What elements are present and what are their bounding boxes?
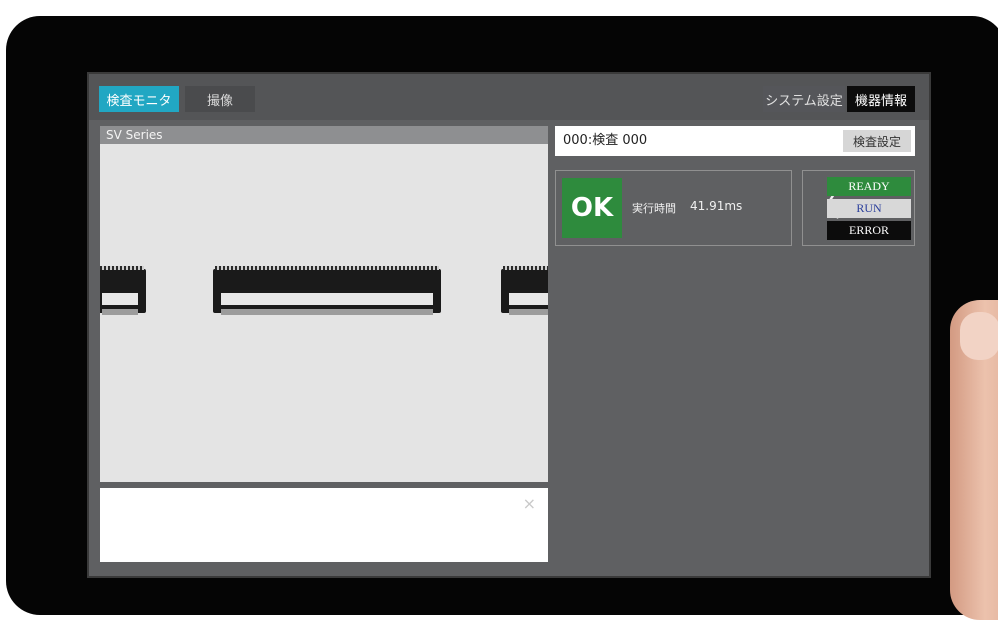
message-panel: × [100,488,548,562]
status-error: ERROR [827,221,911,240]
connector-pins [503,266,548,270]
connector-slot [221,293,433,305]
finger-nail [960,312,998,360]
connector-slot [509,293,548,305]
program-name: 000:検査 000 [563,133,648,148]
viewer-title: SV Series [100,126,548,144]
connector-pins [215,266,439,270]
connector-part-right [501,266,548,315]
status-panel: 〈 READY RUN ERROR [802,170,915,246]
connector-base [221,309,433,315]
status-ready: READY [827,177,911,196]
connector-base [509,309,548,315]
hmi-screen: 検査モニタ 撮像 システム設定 機器情報 SV Series × 000:検査 … [87,72,931,578]
tab-capture[interactable]: 撮像 [185,86,255,112]
top-tab-bar: 検査モニタ 撮像 システム設定 機器情報 [89,74,929,120]
connector-part-left [100,266,146,315]
program-selector[interactable]: 000:検査 000 検査設定 [555,126,915,156]
judgement-badge: OK [562,178,622,238]
result-panel: OK 実行時間 41.91ms [555,170,792,246]
connector-base [102,309,138,315]
connector-pins [100,266,144,270]
status-run: RUN [827,199,911,218]
exec-time-label: 実行時間 [632,202,676,215]
connector-slot [102,293,138,305]
inspection-settings-button[interactable]: 検査設定 [843,130,911,152]
connector-part-center [213,266,441,315]
tab-inspection-monitor[interactable]: 検査モニタ [99,86,179,112]
exec-time-value: 41.91ms [690,199,743,213]
tab-system-settings[interactable]: システム設定 [763,86,845,112]
close-icon[interactable]: × [523,494,536,513]
tab-device-info[interactable]: 機器情報 [847,86,915,112]
camera-image-viewer[interactable]: SV Series [100,126,548,482]
